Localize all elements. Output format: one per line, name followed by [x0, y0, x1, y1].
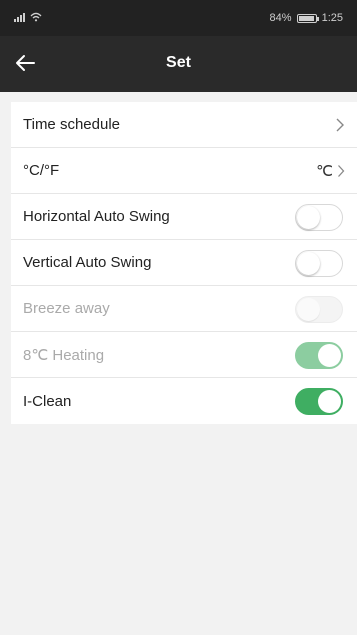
- battery-percent: 84%: [269, 12, 292, 24]
- settings-row-breeze-away: Breeze away: [11, 286, 357, 332]
- settings-row-8c-heating: 8℃ Heating: [11, 332, 357, 378]
- settings-row-label: I-Clean: [23, 392, 72, 410]
- settings-row-label: °C/°F: [23, 162, 60, 179]
- settings-row-i-clean: I-Clean: [11, 378, 357, 424]
- battery-icon: [296, 13, 319, 23]
- settings-row-horizontal-auto-swing: Horizontal Auto Swing: [11, 194, 357, 240]
- unit-value-text: ℃: [316, 163, 333, 180]
- toggle-knob: [318, 344, 341, 367]
- wifi-icon: [30, 12, 42, 22]
- settings-row-time-schedule[interactable]: Time schedule: [11, 102, 357, 148]
- chevron-right-icon: [336, 118, 344, 132]
- settings-row-label: Time schedule: [23, 116, 120, 133]
- status-bar: 84% 1:25: [0, 0, 357, 36]
- status-bar-left: [14, 12, 42, 22]
- settings-row-temperature-unit[interactable]: °C/°F ℃: [11, 148, 357, 194]
- toggle-knob: [297, 206, 320, 229]
- breeze-away-toggle[interactable]: [295, 296, 343, 323]
- top-app-bar: Set: [0, 36, 357, 92]
- 8c-heating-toggle[interactable]: [295, 342, 343, 369]
- toggle-knob: [297, 298, 320, 321]
- settings-row-label: 8℃ Heating: [23, 346, 105, 364]
- horizontal-auto-swing-toggle[interactable]: [295, 204, 343, 231]
- settings-row-label: Vertical Auto Swing: [23, 254, 152, 271]
- toggle-knob: [297, 252, 320, 275]
- page-title: Set: [166, 54, 191, 71]
- settings-row-label: Breeze away: [23, 300, 110, 317]
- settings-row-label: Horizontal Auto Swing: [23, 208, 170, 225]
- toggle-knob: [318, 390, 341, 413]
- settings-row-vertical-auto-swing: Vertical Auto Swing: [11, 240, 357, 286]
- status-bar-right: 84% 1:25: [270, 12, 343, 24]
- settings-list: Time schedule °C/°F ℃ Horizontal Auto Sw…: [11, 102, 357, 424]
- clock: 1:25: [321, 12, 343, 24]
- signal-icon: [14, 12, 25, 22]
- vertical-auto-swing-toggle[interactable]: [295, 250, 343, 277]
- temperature-unit-value: ℃: [316, 162, 345, 180]
- chevron-right-icon: [338, 165, 345, 177]
- i-clean-toggle[interactable]: [295, 388, 343, 415]
